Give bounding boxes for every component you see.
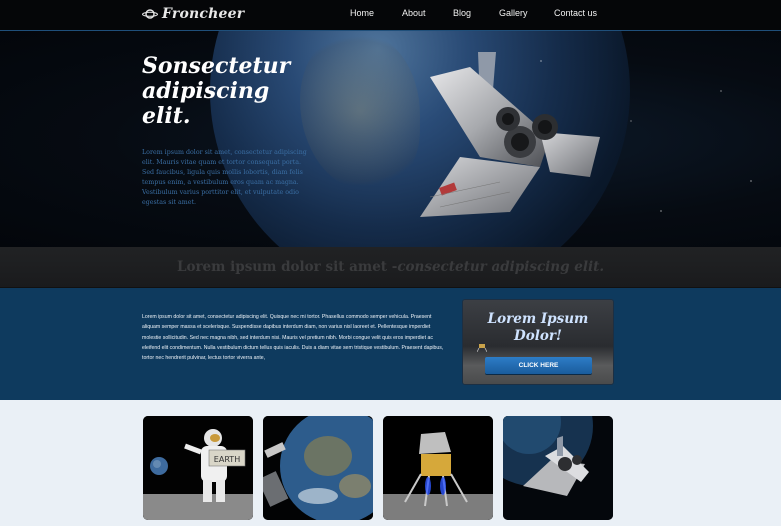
nav-gallery[interactable]: Gallery xyxy=(499,8,528,18)
space-shuttle-image xyxy=(420,52,600,217)
gallery-thumb-earth[interactable] xyxy=(263,416,373,520)
click-here-button[interactable]: CLICK HERE xyxy=(485,357,592,374)
space-shuttle-photo-icon xyxy=(503,416,613,520)
tagline-text: Lorem ipsum dolor sit amet -consectetur … xyxy=(176,259,605,275)
main-nav: Home About Blog Gallery Contact us xyxy=(0,8,781,22)
nav-blog[interactable]: Blog xyxy=(453,8,471,18)
gallery-section: EARTH xyxy=(0,400,781,526)
earth-sign-text: EARTH xyxy=(214,455,240,464)
hero-banner: Sonsectetur adipiscing elit. Lorem ipsum… xyxy=(0,31,781,247)
hero-body-text: Lorem ipsum dolor sit amet, consectetur … xyxy=(142,149,307,206)
gallery-thumb-astronaut[interactable]: EARTH xyxy=(143,416,253,520)
promo-title: Lorem Ipsum Dolor! xyxy=(487,311,589,344)
intro-paragraph: Lorem ipsum dolor sit amet, consectetur … xyxy=(142,314,444,362)
page: Froncheer Home About Blog Gallery Contac… xyxy=(0,0,781,526)
promo-box: Lorem Ipsum Dolor! CLICK HERE xyxy=(463,300,613,384)
intro-section: Lorem ipsum dolor sit amet, consectetur … xyxy=(0,288,781,400)
lunar-lander-photo-icon xyxy=(383,416,493,520)
lander-icon xyxy=(477,344,487,352)
astronaut-photo-icon: EARTH xyxy=(143,416,253,520)
earth-photo-icon xyxy=(263,416,373,520)
gallery-thumb-space-shuttle[interactable] xyxy=(503,416,613,520)
tagline-strip: Lorem ipsum dolor sit amet -consectetur … xyxy=(0,247,781,288)
hero-title: Sonsectetur adipiscing elit. xyxy=(142,53,291,129)
nav-contact-us[interactable]: Contact us xyxy=(554,8,597,18)
nav-about[interactable]: About xyxy=(402,8,426,18)
gallery-thumb-lunar-lander[interactable] xyxy=(383,416,493,520)
nav-home[interactable]: Home xyxy=(350,8,374,18)
site-header: Froncheer Home About Blog Gallery Contac… xyxy=(0,0,781,31)
